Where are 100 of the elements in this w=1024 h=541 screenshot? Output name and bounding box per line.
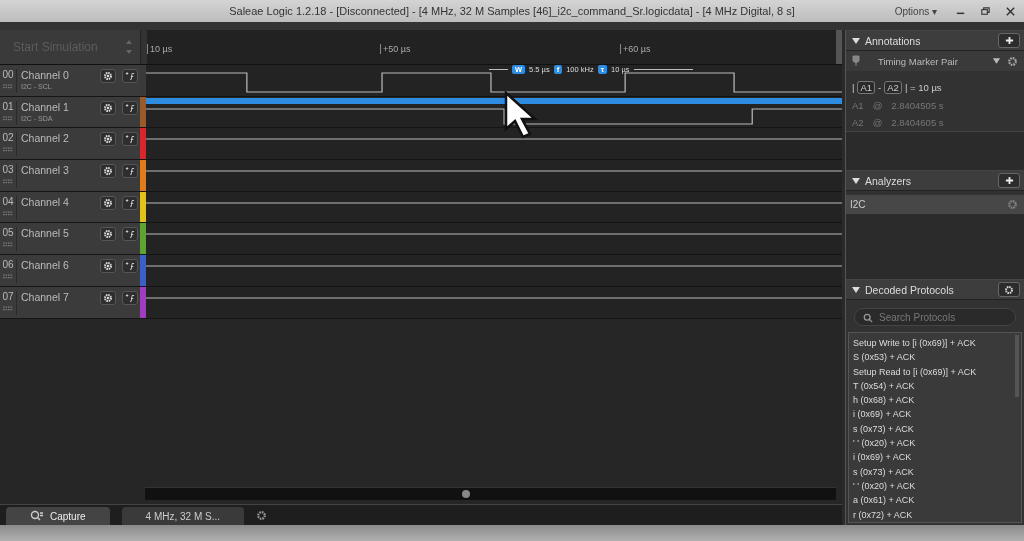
waveform-lane[interactable] xyxy=(146,96,842,128)
decoded-row[interactable]: s (0x73) + ACK xyxy=(853,421,1021,437)
drag-grip-icon[interactable] xyxy=(3,179,13,185)
trigger-edge-button[interactable] xyxy=(122,259,138,274)
rising-edge-icon xyxy=(125,102,135,113)
trigger-edge-button[interactable] xyxy=(122,227,138,242)
search-field[interactable]: Search Protocols xyxy=(854,308,1016,326)
analyzers-title[interactable]: Analyzers xyxy=(865,174,998,187)
at-sign: @ xyxy=(872,100,883,111)
settings-button[interactable] xyxy=(100,195,116,210)
gear-icon xyxy=(103,197,113,208)
decoded-protocols-title[interactable]: Decoded Protocols xyxy=(865,283,998,296)
rising-edge-icon xyxy=(125,71,135,81)
channel-number: 03 xyxy=(2,164,14,176)
channel-name: Channel 2 xyxy=(21,132,70,145)
time-tick-label: +60 µs xyxy=(620,44,651,54)
drag-grip-icon[interactable] xyxy=(3,274,13,280)
gear-icon xyxy=(103,102,113,113)
formula-text: | = 10 µs xyxy=(904,82,942,93)
decoded-row[interactable]: s (0x73) + ACK xyxy=(853,464,1021,479)
channel-name: Channel 7 xyxy=(21,290,70,303)
horizontal-scrollbar[interactable] xyxy=(145,487,836,500)
rising-edge-icon xyxy=(125,261,135,272)
formula-text: | xyxy=(852,82,855,93)
gear-icon xyxy=(103,292,113,303)
scroll-thumb[interactable] xyxy=(462,490,470,498)
decoded-row[interactable]: ' ' (0x20) + ACK xyxy=(853,478,1021,494)
channel-name: Channel 5 xyxy=(21,227,70,240)
channel-number: 06 xyxy=(2,259,14,271)
search-list-icon xyxy=(30,510,44,522)
close-icon[interactable] xyxy=(1005,5,1016,17)
drag-grip-icon[interactable] xyxy=(3,242,13,248)
decoded-row[interactable]: r (0x72) + ACK xyxy=(853,507,1021,522)
rising-edge-icon xyxy=(125,134,135,145)
marker-name: A1 xyxy=(852,100,864,111)
rising-edge-icon xyxy=(125,197,135,208)
gear-icon xyxy=(1004,284,1014,295)
trigger-edge-button[interactable] xyxy=(122,164,138,179)
decoded-row[interactable]: i (0x69) + ACK xyxy=(853,407,1021,422)
decoded-row[interactable]: a (0x61) + ACK xyxy=(853,493,1021,508)
settings-button[interactable] xyxy=(100,290,116,305)
restore-icon[interactable] xyxy=(980,5,991,17)
channel-number: 00 xyxy=(2,69,14,80)
settings-button[interactable] xyxy=(100,227,116,242)
settings-button[interactable] xyxy=(998,282,1020,297)
trigger-edge-button[interactable] xyxy=(122,69,138,83)
gear-icon xyxy=(103,261,113,272)
drag-grip-icon[interactable] xyxy=(3,305,13,311)
settings-icon[interactable] xyxy=(1007,55,1018,67)
trigger-edge-button[interactable] xyxy=(122,195,138,210)
collapse-triangle-icon[interactable] xyxy=(852,36,860,45)
gear-icon[interactable] xyxy=(1007,199,1018,210)
time-tick-label: 10 µs xyxy=(147,44,173,54)
pin-icon[interactable] xyxy=(852,55,860,67)
trigger-edge-button[interactable] xyxy=(122,100,138,115)
tab[interactable]: Capture xyxy=(6,507,110,525)
channel-name: Channel 4 xyxy=(21,195,70,208)
marker-name-badge: A2 xyxy=(884,81,902,94)
marker-time: 2.8404505 s xyxy=(891,100,944,111)
collapse-triangle-icon[interactable] xyxy=(852,176,860,185)
settings-button[interactable] xyxy=(100,259,116,274)
tab[interactable]: 4 MHz, 32 M S... xyxy=(121,507,245,525)
decoded-row[interactable]: Setup Read to [i (0x69)] + ACK xyxy=(853,364,1021,379)
drag-grip-icon[interactable] xyxy=(3,147,13,153)
drag-grip-icon[interactable] xyxy=(3,84,13,89)
decoded-row[interactable]: h (0x68) + ACK xyxy=(853,393,1021,408)
channel-number: 05 xyxy=(2,227,14,239)
drag-grip-icon[interactable] xyxy=(3,115,13,121)
gear-icon xyxy=(103,134,113,145)
channel-number: 04 xyxy=(2,195,14,207)
decoded-row[interactable]: ' ' (0x20) + ACK xyxy=(853,436,1021,451)
settings-button[interactable] xyxy=(100,132,116,147)
rising-edge-icon xyxy=(125,166,135,177)
trigger-edge-button[interactable] xyxy=(122,132,138,147)
settings-button[interactable] xyxy=(100,164,116,179)
rising-edge-icon xyxy=(125,229,135,240)
dropdown-arrow-icon[interactable] xyxy=(992,57,1001,65)
marker-name-badge: A1 xyxy=(857,81,876,94)
decoded-row[interactable]: S (0x53) + ACK xyxy=(853,350,1021,365)
gear-icon xyxy=(103,166,113,177)
add-button[interactable] xyxy=(998,33,1020,48)
plus-icon xyxy=(1004,176,1014,185)
drag-grip-icon[interactable] xyxy=(3,210,13,216)
options-menu[interactable]: Options ▾ xyxy=(890,5,941,17)
analyzer-item[interactable]: I2C xyxy=(846,195,1024,214)
time-tick-label: +50 µs xyxy=(380,44,411,54)
annotations-title[interactable]: Annotations xyxy=(865,34,998,47)
vertical-scrollbar[interactable] xyxy=(836,30,842,64)
settings-button[interactable] xyxy=(100,69,116,83)
settings-button[interactable] xyxy=(100,100,116,115)
decoded-row[interactable]: Setup Write to [i (0x69)] + ACK xyxy=(853,336,1021,351)
collapse-triangle-icon[interactable] xyxy=(852,285,860,294)
formula-text: - xyxy=(878,82,882,93)
gear-icon xyxy=(103,229,113,240)
trigger-edge-button[interactable] xyxy=(122,290,138,305)
decoded-row[interactable]: i (0x69) + ACK xyxy=(853,450,1021,465)
channel-name: Channel 3 xyxy=(21,164,70,177)
decoded-row[interactable]: T (0x54) + ACK xyxy=(853,378,1021,394)
add-button[interactable] xyxy=(998,173,1020,188)
settings-icon[interactable] xyxy=(256,510,268,521)
